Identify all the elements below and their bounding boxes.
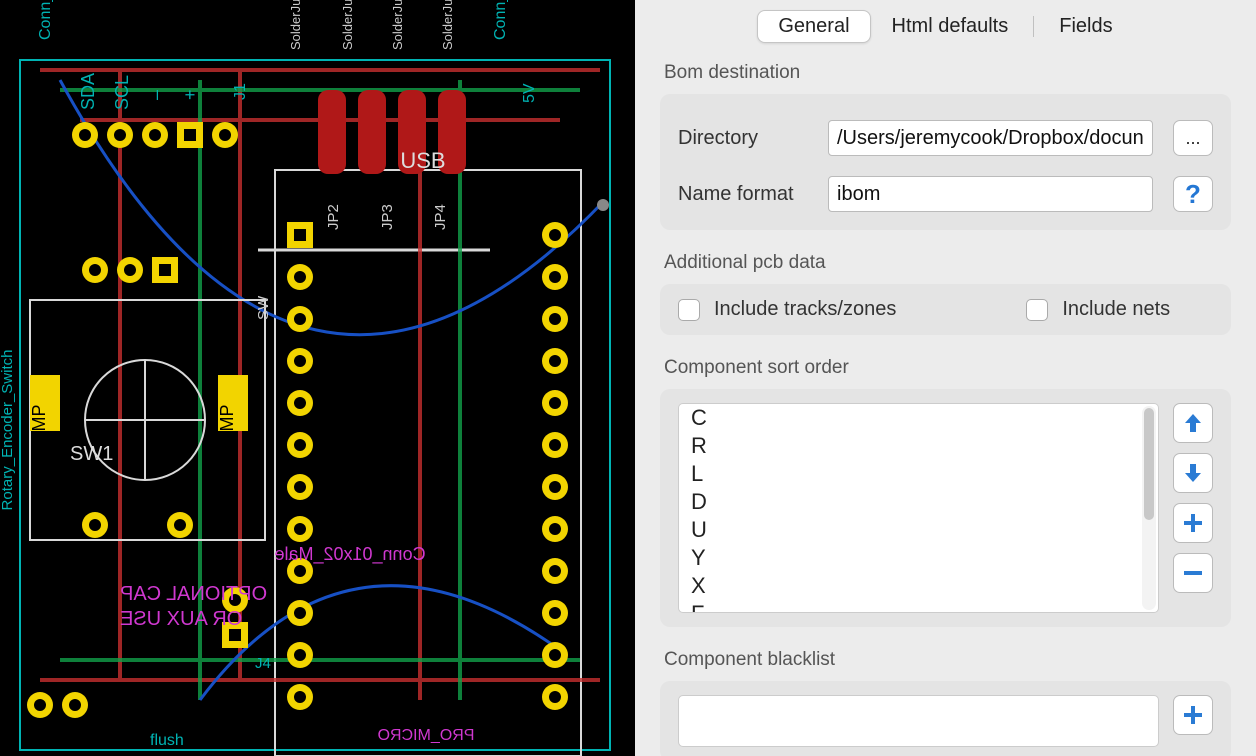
group-sort-order: Component sort order CRLDUYXF <box>659 356 1232 628</box>
sort-item[interactable]: X <box>679 572 1158 600</box>
svg-text:SolderJumper_3_Bridged1: SolderJumper_3_Bridged1 <box>440 0 455 50</box>
directory-label: Directory <box>678 127 808 150</box>
name-format-label: Name format <box>678 183 808 206</box>
group-blacklist: Component blacklist <box>659 648 1232 756</box>
svg-text:Conn_01x04_Male: Conn_01x04_Male <box>37 0 54 40</box>
group-title: Component sort order <box>664 357 1231 379</box>
tab-bar: General Html defaults Fields <box>659 10 1232 43</box>
svg-text:PRO_MICRO: PRO_MICRO <box>378 727 475 744</box>
browse-button[interactable]: ... <box>1173 120 1213 156</box>
svg-text:USB: USB <box>400 148 445 173</box>
svg-text:–: – <box>146 90 166 100</box>
blacklist-list[interactable] <box>678 695 1159 747</box>
blacklist-add-button[interactable] <box>1173 695 1213 735</box>
tab-html-defaults[interactable]: Html defaults <box>871 10 1030 43</box>
move-up-button[interactable] <box>1173 403 1213 443</box>
help-button[interactable]: ? <box>1173 176 1213 212</box>
svg-text:JP2: JP2 <box>325 204 342 230</box>
include-tracks-label: Include tracks/zones <box>714 298 896 321</box>
sort-item[interactable]: R <box>679 432 1158 460</box>
include-nets-checkbox[interactable]: Include nets <box>1026 298 1170 321</box>
include-nets-label: Include nets <box>1062 298 1170 321</box>
add-button[interactable] <box>1173 503 1213 543</box>
svg-text:SolderJumper_3_Bridged1: SolderJumper_3_Bridged1 <box>288 0 303 50</box>
pcb-canvas[interactable]: MP MP USB SW1 SDA SCL – + J1 Conn_01x04_… <box>0 0 635 756</box>
svg-text:Conn_01x02_Male: Conn_01x02_Male <box>274 544 425 565</box>
svg-text:flush: flush <box>150 732 184 749</box>
sort-item[interactable]: D <box>679 488 1158 516</box>
sort-item[interactable]: L <box>679 460 1158 488</box>
svg-text:Rotary_Encoder_Switch: Rotary_Encoder_Switch <box>0 350 16 511</box>
svg-text:SW: SW <box>255 295 272 320</box>
directory-input[interactable] <box>828 120 1153 156</box>
svg-text:5V: 5V <box>521 83 538 103</box>
remove-button[interactable] <box>1173 553 1213 593</box>
sort-order-list[interactable]: CRLDUYXF <box>678 403 1159 613</box>
svg-text:MP: MP <box>29 405 49 432</box>
svg-text:Conn_01x06_Male: Conn_01x06_Male <box>492 0 509 40</box>
tab-fields[interactable]: Fields <box>1038 10 1133 43</box>
pcb-svg: MP MP USB SW1 SDA SCL – + J1 Conn_01x04_… <box>0 0 635 756</box>
group-title: Bom destination <box>664 62 1231 84</box>
svg-text:SW1: SW1 <box>70 443 113 465</box>
sort-item[interactable]: C <box>679 404 1158 432</box>
name-format-input[interactable] <box>828 176 1153 212</box>
svg-text:JP4: JP4 <box>432 204 449 230</box>
settings-panel: General Html defaults Fields Bom destina… <box>635 0 1256 756</box>
svg-text:OR AUX USE: OR AUX USE <box>120 608 242 630</box>
svg-text:SolderJumper_3_Bridged1: SolderJumper_3_Bridged1 <box>340 0 355 50</box>
include-tracks-input[interactable] <box>678 299 700 321</box>
svg-text:SCL: SCL <box>112 75 132 110</box>
svg-text:SolderJumper_3_Bridged1: SolderJumper_3_Bridged1 <box>390 0 405 50</box>
svg-text:+: + <box>180 89 200 100</box>
group-title: Additional pcb data <box>664 252 1231 274</box>
svg-text:J4: J4 <box>255 655 271 672</box>
move-down-button[interactable] <box>1173 453 1213 493</box>
svg-text:OPTIONAL CAP: OPTIONAL CAP <box>120 583 267 605</box>
group-additional-pcb-data: Additional pcb data Include tracks/zones… <box>659 251 1232 336</box>
include-nets-input[interactable] <box>1026 299 1048 321</box>
svg-text:J1: J1 <box>232 83 249 100</box>
svg-text:MP: MP <box>217 405 237 432</box>
include-tracks-checkbox[interactable]: Include tracks/zones <box>678 298 896 321</box>
svg-text:SDA: SDA <box>78 73 98 110</box>
group-title: Component blacklist <box>664 649 1231 671</box>
sort-item[interactable]: F <box>679 600 1158 613</box>
sort-item[interactable]: Y <box>679 544 1158 572</box>
svg-text:JP3: JP3 <box>379 204 396 230</box>
group-bom-destination: Bom destination Directory ... Name forma… <box>659 61 1232 231</box>
sort-item[interactable]: U <box>679 516 1158 544</box>
tab-general[interactable]: General <box>757 10 870 43</box>
